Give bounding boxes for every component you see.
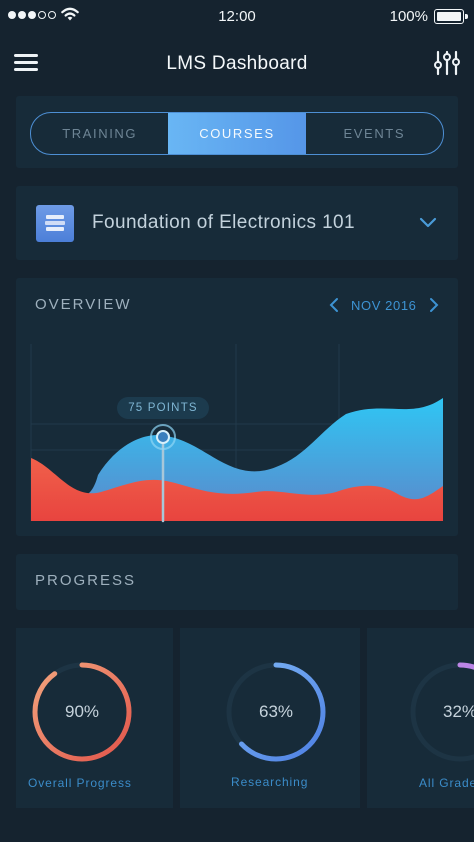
tab-events[interactable]: EVENTS	[306, 113, 443, 154]
progress-label-overall: Overall Progress	[28, 776, 132, 790]
overview-chart	[30, 344, 443, 523]
course-name: Foundation of Electronics 101	[92, 212, 355, 233]
tab-bar: TRAINING COURSES EVENTS	[30, 112, 444, 155]
page-title: LMS Dashboard	[166, 53, 308, 74]
tab-training[interactable]: TRAINING	[31, 113, 168, 154]
progress-label-researching: Researching	[231, 775, 309, 789]
chevron-down-icon[interactable]	[418, 215, 438, 229]
battery-icon	[434, 9, 468, 24]
battery-percent: 100%	[389, 8, 428, 25]
chevron-left-icon[interactable]	[328, 297, 340, 313]
overview-title: OVERVIEW	[35, 296, 132, 313]
book-stack-icon	[36, 205, 74, 242]
tab-courses[interactable]: COURSES	[168, 113, 306, 154]
chart-tooltip: 75 POINTS	[117, 397, 209, 419]
progress-value-grades: 32%	[442, 702, 474, 721]
filter-settings-icon[interactable]	[434, 49, 460, 77]
progress-label-grades: All Grades	[419, 776, 474, 790]
status-bar: 12:00 100%	[0, 0, 474, 34]
progress-value-researching: 63%	[258, 702, 294, 721]
chevron-right-icon[interactable]	[428, 297, 440, 313]
progress-value-overall: 90%	[64, 702, 100, 721]
progress-title: PROGRESS	[35, 572, 137, 589]
chart-marker-dot	[156, 430, 170, 444]
overview-date: NOV 2016	[351, 298, 417, 313]
